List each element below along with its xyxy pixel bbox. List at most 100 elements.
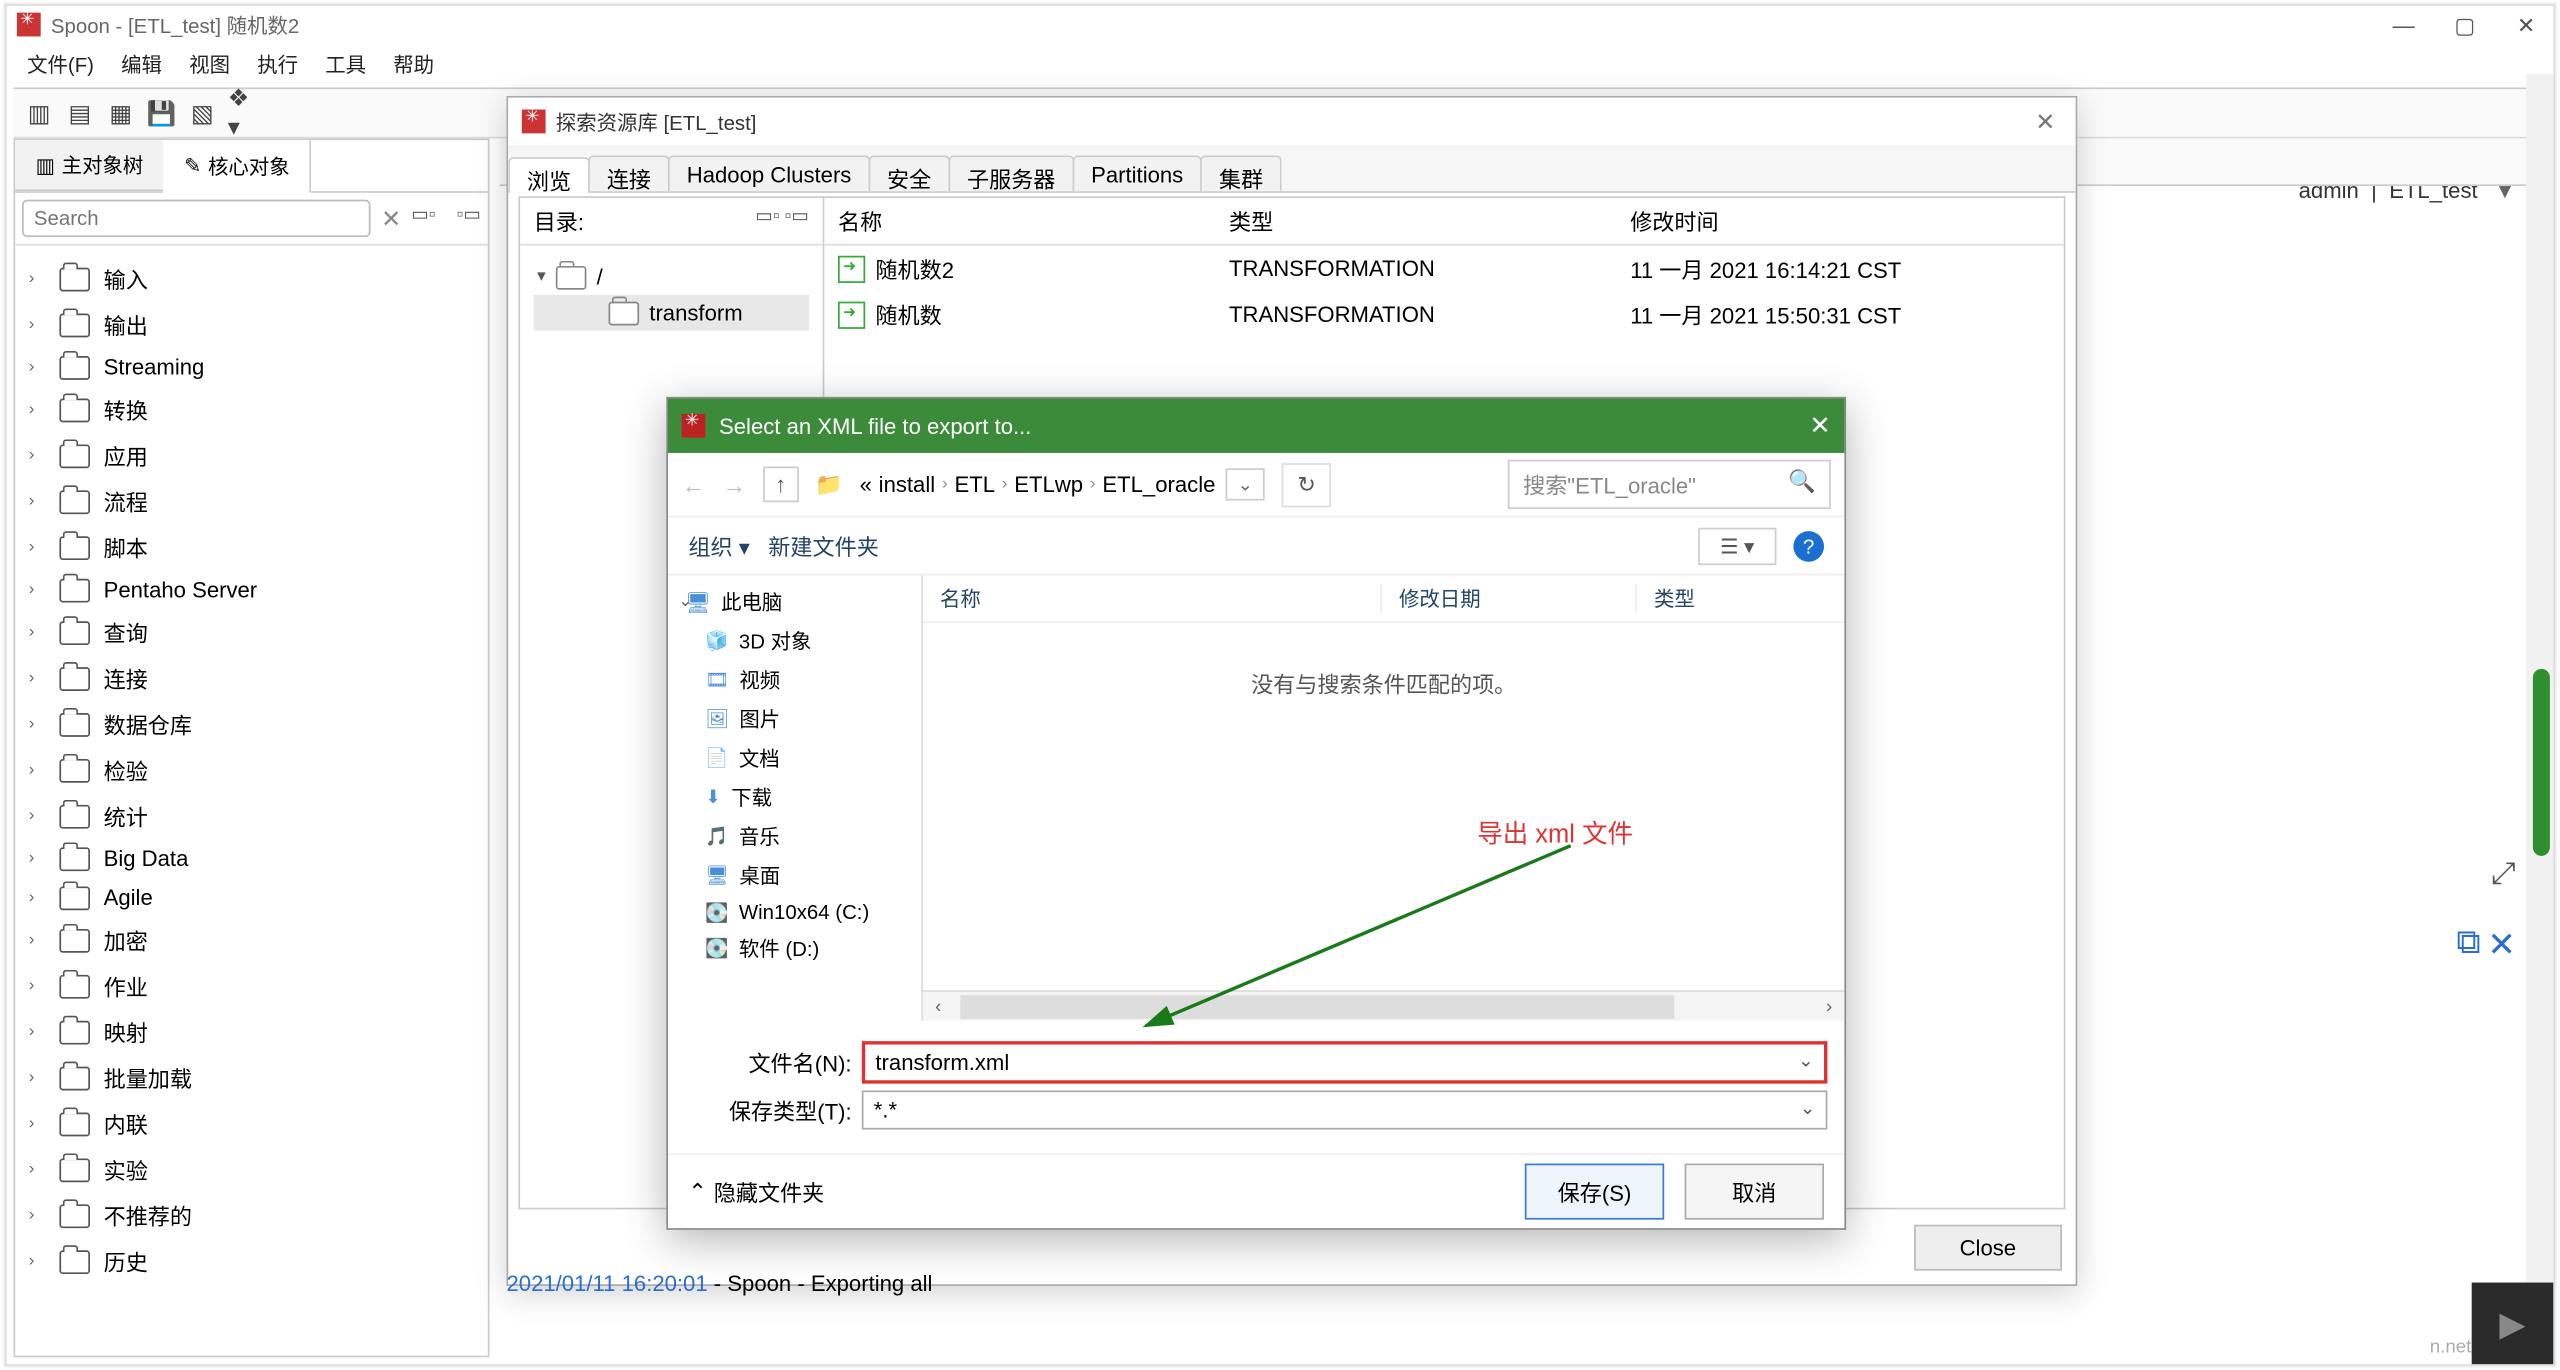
col-mtime[interactable]: 修改时间 [1617, 198, 2064, 244]
category-item[interactable]: ›查询 [15, 609, 488, 655]
close-icon[interactable]: ✕ [1809, 410, 1830, 441]
help-icon[interactable]: ? [1793, 530, 1824, 561]
explore-icon[interactable]: ▦ [105, 98, 136, 129]
perspective-icon[interactable]: ❖ ▾ [228, 98, 259, 129]
maximize-button[interactable]: ▢ [2448, 13, 2482, 40]
repo-tab[interactable]: 集群 [1200, 155, 1282, 191]
cancel-button[interactable]: 取消 [1685, 1164, 1824, 1220]
navtree-item[interactable]: 💽软件 (D:) [668, 929, 921, 968]
tab-core-objects[interactable]: 核心对象 [164, 140, 312, 193]
category-item[interactable]: ›转换 [15, 387, 488, 433]
new-file-icon[interactable]: ▥ [24, 98, 55, 129]
save-icon[interactable]: 💾 [146, 98, 177, 129]
repo-tab[interactable]: 浏览 [508, 157, 590, 193]
close-button[interactable]: ✕ [2509, 13, 2543, 40]
view-mode-button[interactable]: ☰ ▾ [1698, 527, 1776, 564]
navtree-item[interactable]: ⬇下载 [668, 778, 921, 817]
category-item[interactable]: ›输出 [15, 302, 488, 348]
col-mtime[interactable]: 修改日期 [1382, 584, 1637, 613]
search-input[interactable] [22, 200, 371, 237]
nav-forward-icon[interactable]: → [722, 471, 746, 498]
category-item[interactable]: ›内联 [15, 1101, 488, 1147]
category-tree[interactable]: ›输入›输出›Streaming›转换›应用›流程›脚本›Pentaho Ser… [15, 246, 488, 1295]
category-item[interactable]: ›Big Data [15, 839, 488, 878]
open-icon[interactable]: ▤ [65, 98, 96, 129]
repo-dir-transform[interactable]: transform [534, 295, 809, 331]
horizontal-scrollbar[interactable]: ‹› [923, 990, 1844, 1021]
category-item[interactable]: ›脚本 [15, 524, 488, 570]
category-item[interactable]: ›检验 [15, 747, 488, 793]
organize-menu[interactable]: 组织 ▾ [688, 529, 749, 561]
path-dropdown-icon[interactable]: ⌄ [1226, 468, 1265, 500]
expand-all-icon[interactable]: ▭▫ [411, 203, 435, 234]
category-item[interactable]: ›历史 [15, 1238, 488, 1284]
repo-dir-root[interactable]: ▾/ [534, 259, 809, 295]
category-item[interactable]: ›Agile [15, 878, 488, 917]
navtree-item[interactable]: ⌄🖥此电脑 [668, 582, 921, 621]
navtree-item[interactable]: 🧊3D 对象 [668, 621, 921, 660]
repo-close-button[interactable]: Close [1914, 1225, 2062, 1271]
category-item[interactable]: ›映射 [15, 1009, 488, 1055]
savetype-select[interactable] [874, 1097, 1800, 1123]
category-item[interactable]: ›统计 [15, 793, 488, 839]
navtree-item[interactable]: 🖥桌面 [668, 856, 921, 895]
category-item[interactable]: ›应用 [15, 433, 488, 479]
clear-search-icon[interactable]: ✕ [381, 204, 401, 233]
navtree-item[interactable]: 🖼图片 [668, 699, 921, 738]
nav-up-icon[interactable]: ↑ [763, 467, 798, 503]
file-nav-tree[interactable]: ⌄🖥此电脑🧊3D 对象🎞视频🖼图片📄文档⬇下载🎵音乐🖥桌面💽Win10x64 (… [668, 575, 923, 1020]
maximize-panel-icon[interactable]: ⤢ [2491, 856, 2515, 892]
save-as-icon[interactable]: ▧ [187, 98, 218, 129]
repo-tab[interactable]: Hadoop Clusters [668, 155, 870, 191]
category-item[interactable]: ›流程 [15, 478, 488, 524]
col-name[interactable]: 名称 [824, 198, 1215, 244]
repo-tab[interactable]: 子服务器 [948, 155, 1074, 191]
repo-tab[interactable]: 连接 [588, 155, 670, 191]
menu-help[interactable]: 帮助 [383, 47, 444, 83]
menu-tools[interactable]: 工具 [315, 47, 376, 83]
category-item[interactable]: ›连接 [15, 655, 488, 701]
chevron-down-icon[interactable]: ⌄ [1798, 1050, 1814, 1076]
category-item[interactable]: ›Pentaho Server [15, 570, 488, 609]
close-panel-icon[interactable]: ✕ [2487, 924, 2516, 967]
col-name[interactable]: 名称 [923, 584, 1382, 613]
repo-row[interactable]: 随机数2TRANSFORMATION11 一月 2021 16:14:21 CS… [824, 246, 2063, 292]
category-item[interactable]: ›实验 [15, 1147, 488, 1193]
menubar[interactable]: 文件(F) 编辑 视图 执行 工具 帮助 [17, 47, 444, 83]
menu-edit[interactable]: 编辑 [111, 47, 172, 83]
close-icon[interactable]: ✕ [2028, 107, 2062, 136]
file-search-input[interactable]: 搜索"ETL_oracle" 🔍 [1508, 460, 1831, 509]
chevron-down-icon[interactable]: ⌄ [1800, 1097, 1816, 1123]
floating-widget[interactable]: ▶ [2472, 1283, 2554, 1365]
tree-toggle-icons[interactable]: ▭▫ ▫▭ [755, 205, 809, 237]
category-item[interactable]: ›Streaming [15, 348, 488, 387]
category-item[interactable]: ›数据仓库 [15, 701, 488, 747]
save-button[interactable]: 保存(S) [1525, 1164, 1664, 1220]
repo-tabs[interactable]: 浏览连接Hadoop Clusters安全子服务器Partitions集群 [508, 145, 2075, 193]
category-item[interactable]: ›作业 [15, 963, 488, 1009]
minimize-button[interactable]: — [2387, 13, 2421, 40]
col-type[interactable]: 类型 [1637, 584, 1844, 613]
popout-icon[interactable]: ⧉ [2456, 924, 2480, 967]
navtree-item[interactable]: 🎞视频 [668, 660, 921, 699]
navtree-item[interactable]: 💽Win10x64 (C:) [668, 895, 921, 929]
category-item[interactable]: ›不推荐的 [15, 1192, 488, 1238]
refresh-icon[interactable]: ↻ [1282, 462, 1331, 506]
category-item[interactable]: ›加密 [15, 917, 488, 963]
filename-input[interactable] [875, 1050, 1798, 1076]
menu-file[interactable]: 文件(F) [17, 47, 104, 83]
navtree-item[interactable]: 🎵音乐 [668, 817, 921, 856]
col-type[interactable]: 类型 [1215, 198, 1616, 244]
menu-view[interactable]: 视图 [179, 47, 240, 83]
repo-row[interactable]: 随机数TRANSFORMATION11 一月 2021 15:50:31 CST [824, 291, 2063, 337]
repo-tab[interactable]: 安全 [868, 155, 950, 191]
hide-folders-toggle[interactable]: ⌃隐藏文件夹 [688, 1175, 824, 1207]
collapse-all-icon[interactable]: ▫▭ [457, 203, 481, 234]
repo-tab[interactable]: Partitions [1072, 155, 1202, 191]
nav-back-icon[interactable]: ← [682, 471, 706, 498]
navtree-item[interactable]: 📄文档 [668, 739, 921, 778]
category-item[interactable]: ›输入 [15, 256, 488, 302]
breadcrumb[interactable]: « install› ETL› ETLwp› ETL_oracle [860, 472, 1216, 498]
page-scrollbar[interactable] [2526, 74, 2553, 1358]
tab-main-tree[interactable]: ▥主对象树 [15, 140, 164, 191]
